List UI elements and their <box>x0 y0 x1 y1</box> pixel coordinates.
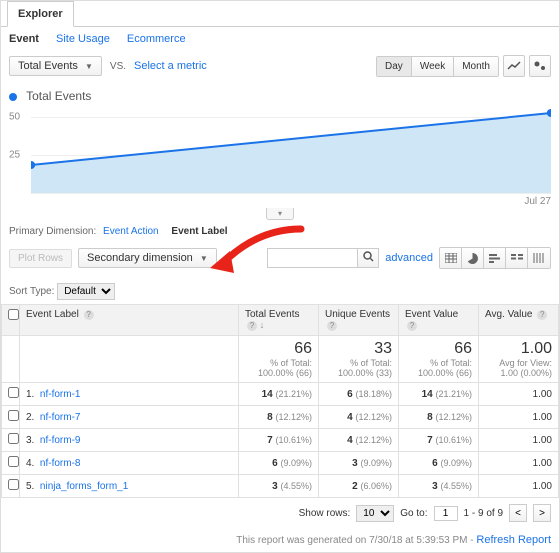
caret-down-icon: ▼ <box>200 254 208 263</box>
view-bar-icon[interactable] <box>484 248 506 268</box>
vs-label: VS. <box>110 61 126 72</box>
table-row: 4. nf-form-86 (9.09%)3 (9.09%)6 (9.09%)1… <box>2 452 559 475</box>
data-table: Event Label ? Total Events ? ↓ Unique Ev… <box>1 304 559 498</box>
goto-input[interactable] <box>434 506 458 521</box>
table-totals-row: 66% of Total: 100.00% (66) 33% of Total:… <box>2 336 559 383</box>
view-data-icon[interactable] <box>440 248 462 268</box>
row-label-link[interactable]: nf-form-7 <box>40 412 81 423</box>
line-chart: 50 25 Jul 27 <box>9 107 551 207</box>
select-all-checkbox[interactable] <box>8 309 19 320</box>
refresh-report-link[interactable]: Refresh Report <box>476 534 551 546</box>
row-index: 2. <box>26 412 34 423</box>
secondary-dim-label: Secondary dimension <box>87 252 193 264</box>
tab-explorer[interactable]: Explorer <box>7 1 74 27</box>
dim-event-label[interactable]: Event Label <box>171 226 227 237</box>
sort-type-select[interactable]: Default <box>57 283 115 300</box>
y-tick-25: 25 <box>9 150 20 161</box>
primary-metric-button[interactable]: Total Events ▼ <box>9 56 102 76</box>
help-icon[interactable]: ? <box>407 321 417 331</box>
row-checkbox[interactable] <box>8 387 19 398</box>
pager-row: Show rows: 10 Go to: 1 - 9 of 9 < > <box>1 498 559 528</box>
help-icon[interactable]: ? <box>84 310 94 320</box>
sort-label: Sort Type: <box>9 286 54 297</box>
view-comparison-icon[interactable] <box>506 248 528 268</box>
col-event-value[interactable]: Event Value ? <box>399 305 479 336</box>
col-unique-events[interactable]: Unique Events ? <box>319 305 399 336</box>
table-row: 2. nf-form-78 (12.12%)4 (12.12%)8 (12.12… <box>2 406 559 429</box>
table-row: 3. nf-form-97 (10.61%)4 (12.12%)7 (10.61… <box>2 429 559 452</box>
view-mode-icons <box>439 247 551 269</box>
primary-dim-label: Primary Dimension: <box>9 226 96 237</box>
table-header-row: Event Label ? Total Events ? ↓ Unique Ev… <box>2 305 559 336</box>
legend-label: Total Events <box>26 89 91 103</box>
chart-tray: ▾ <box>1 207 559 220</box>
advanced-link[interactable]: advanced <box>385 252 433 264</box>
row-checkbox[interactable] <box>8 456 19 467</box>
y-tick-50: 50 <box>9 112 20 123</box>
next-page-button[interactable]: > <box>533 504 551 522</box>
plot-rows-button: Plot Rows <box>9 249 72 268</box>
row-index: 1. <box>26 389 34 400</box>
rows-per-page-select[interactable]: 10 <box>356 505 394 522</box>
row-label-link[interactable]: ninja_forms_form_1 <box>40 481 128 492</box>
subtab-bar: Event Site Usage Ecommerce <box>1 27 559 51</box>
primary-dimension-row: Primary Dimension: Event Action Event La… <box>1 220 559 243</box>
explorer-panel: Explorer Event Site Usage Ecommerce Tota… <box>0 0 560 553</box>
row-checkbox[interactable] <box>8 410 19 421</box>
help-icon[interactable]: ? <box>327 321 337 331</box>
view-pivot-icon[interactable] <box>528 248 550 268</box>
chart-legend: Total Events <box>9 89 551 103</box>
select-metric-link[interactable]: Select a metric <box>134 60 207 72</box>
help-icon[interactable]: ? <box>247 321 257 331</box>
footer-text: This report was generated on 7/30/18 at … <box>236 535 476 546</box>
subtab-site-usage[interactable]: Site Usage <box>56 33 110 45</box>
chart-type-line-icon[interactable] <box>503 55 525 77</box>
tab-bar: Explorer <box>1 1 559 27</box>
row-checkbox[interactable] <box>8 433 19 444</box>
subtab-ecommerce[interactable]: Ecommerce <box>127 33 186 45</box>
granularity-segment: Day Week Month <box>376 56 499 77</box>
help-icon[interactable]: ? <box>537 310 547 320</box>
dim-event-action[interactable]: Event Action <box>103 226 159 237</box>
collapse-chart-button[interactable]: ▾ <box>266 208 294 220</box>
col-avg-value[interactable]: Avg. Value ? <box>479 305 559 336</box>
granularity-day[interactable]: Day <box>377 57 412 76</box>
show-rows-label: Show rows: <box>299 508 351 519</box>
secondary-dimension-button[interactable]: Secondary dimension ▼ <box>78 248 217 268</box>
row-index: 3. <box>26 435 34 446</box>
chart-area: Total Events 50 25 Jul 27 <box>1 81 559 207</box>
range-label: 1 - 9 of 9 <box>464 508 503 519</box>
legend-dot-icon <box>9 93 17 101</box>
row-index: 5. <box>26 481 34 492</box>
sort-row: Sort Type: Default <box>1 279 559 304</box>
row-label-link[interactable]: nf-form-8 <box>40 458 81 469</box>
row-checkbox[interactable] <box>8 479 19 490</box>
subtab-event[interactable]: Event <box>9 33 39 45</box>
table-controls: Plot Rows Secondary dimension ▼ advanced <box>1 243 559 279</box>
row-label-link[interactable]: nf-form-1 <box>40 389 81 400</box>
search-icon <box>363 251 374 262</box>
col-event-label[interactable]: Event Label ? <box>20 305 239 336</box>
sort-desc-icon: ↓ <box>260 320 265 330</box>
prev-page-button[interactable]: < <box>509 504 527 522</box>
search-input[interactable] <box>267 248 357 268</box>
row-label-link[interactable]: nf-form-9 <box>40 435 81 446</box>
caret-down-icon: ▼ <box>85 62 93 71</box>
search-button[interactable] <box>357 248 379 268</box>
chart-type-motion-icon[interactable] <box>529 55 551 77</box>
view-pie-icon[interactable] <box>462 248 484 268</box>
table-row: 5. ninja_forms_form_13 (4.55%)2 (6.06%)3… <box>2 475 559 498</box>
row-index: 4. <box>26 458 34 469</box>
chart-toolbar: Total Events ▼ VS. Select a metric Day W… <box>1 51 559 81</box>
primary-metric-label: Total Events <box>18 60 78 72</box>
x-tick-end: Jul 27 <box>524 196 551 207</box>
report-footer: This report was generated on 7/30/18 at … <box>1 528 559 552</box>
goto-label: Go to: <box>400 508 427 519</box>
granularity-month[interactable]: Month <box>454 57 498 76</box>
col-total-events[interactable]: Total Events ? ↓ <box>239 305 319 336</box>
granularity-week[interactable]: Week <box>412 57 454 76</box>
table-row: 1. nf-form-114 (21.21%)6 (18.18%)14 (21.… <box>2 383 559 406</box>
search-box <box>267 248 379 268</box>
